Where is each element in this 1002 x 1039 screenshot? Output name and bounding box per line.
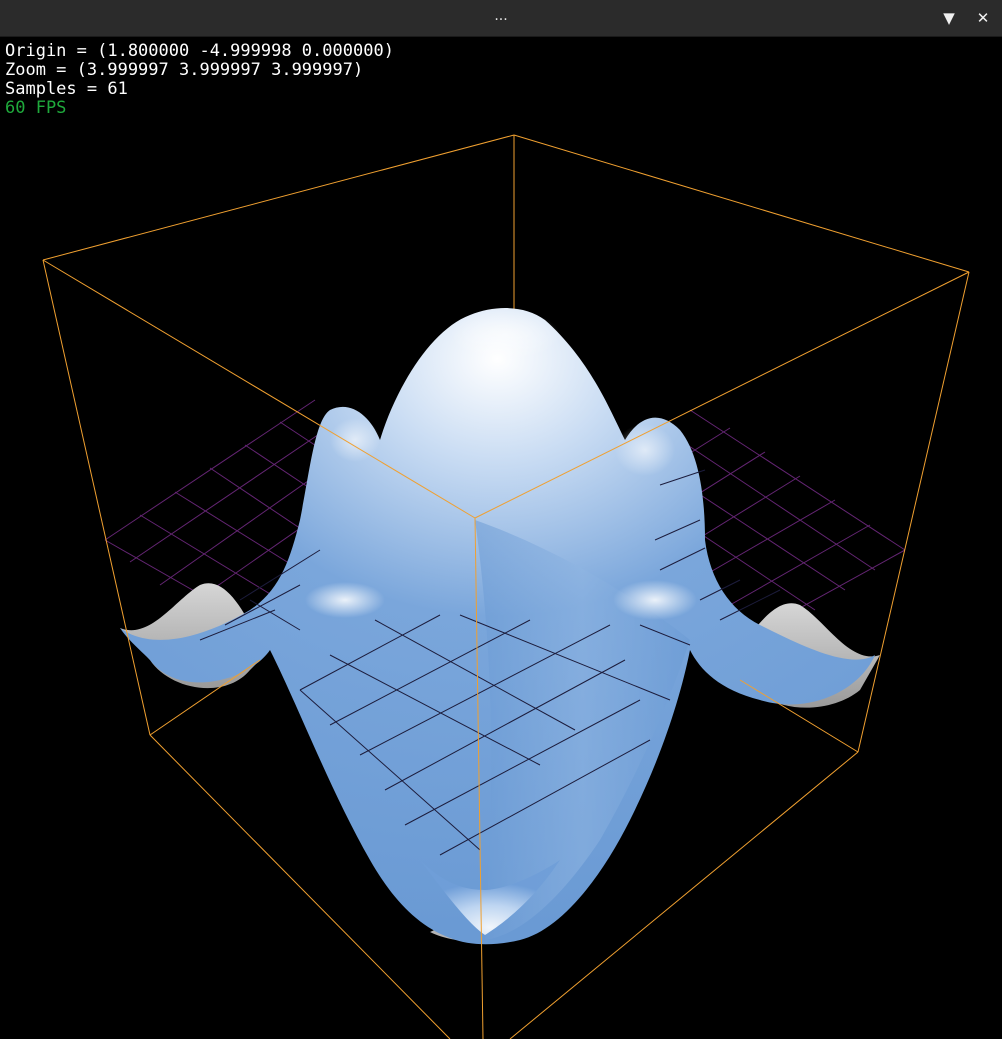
fps-counter: 60 FPS xyxy=(5,98,67,118)
bounding-box-back xyxy=(42,134,970,318)
samples-readout: Samples = 61 xyxy=(5,79,128,99)
origin-readout: Origin = (1.800000 -4.999998 0.000000) xyxy=(5,41,394,61)
hud-overlay: Origin = (1.800000 -4.999998 0.000000) Z… xyxy=(5,42,394,118)
box-edge xyxy=(857,271,970,753)
app-window: ... ▼ ✕ Origin = (1.800000 -4.999998 0.0… xyxy=(0,0,1002,1039)
box-edge xyxy=(42,134,515,261)
zoom-readout: Zoom = (3.999997 3.999997 3.999997) xyxy=(5,60,364,80)
box-edge xyxy=(513,134,970,273)
plot-3d-scene xyxy=(42,134,970,1039)
box-edge xyxy=(42,259,151,736)
